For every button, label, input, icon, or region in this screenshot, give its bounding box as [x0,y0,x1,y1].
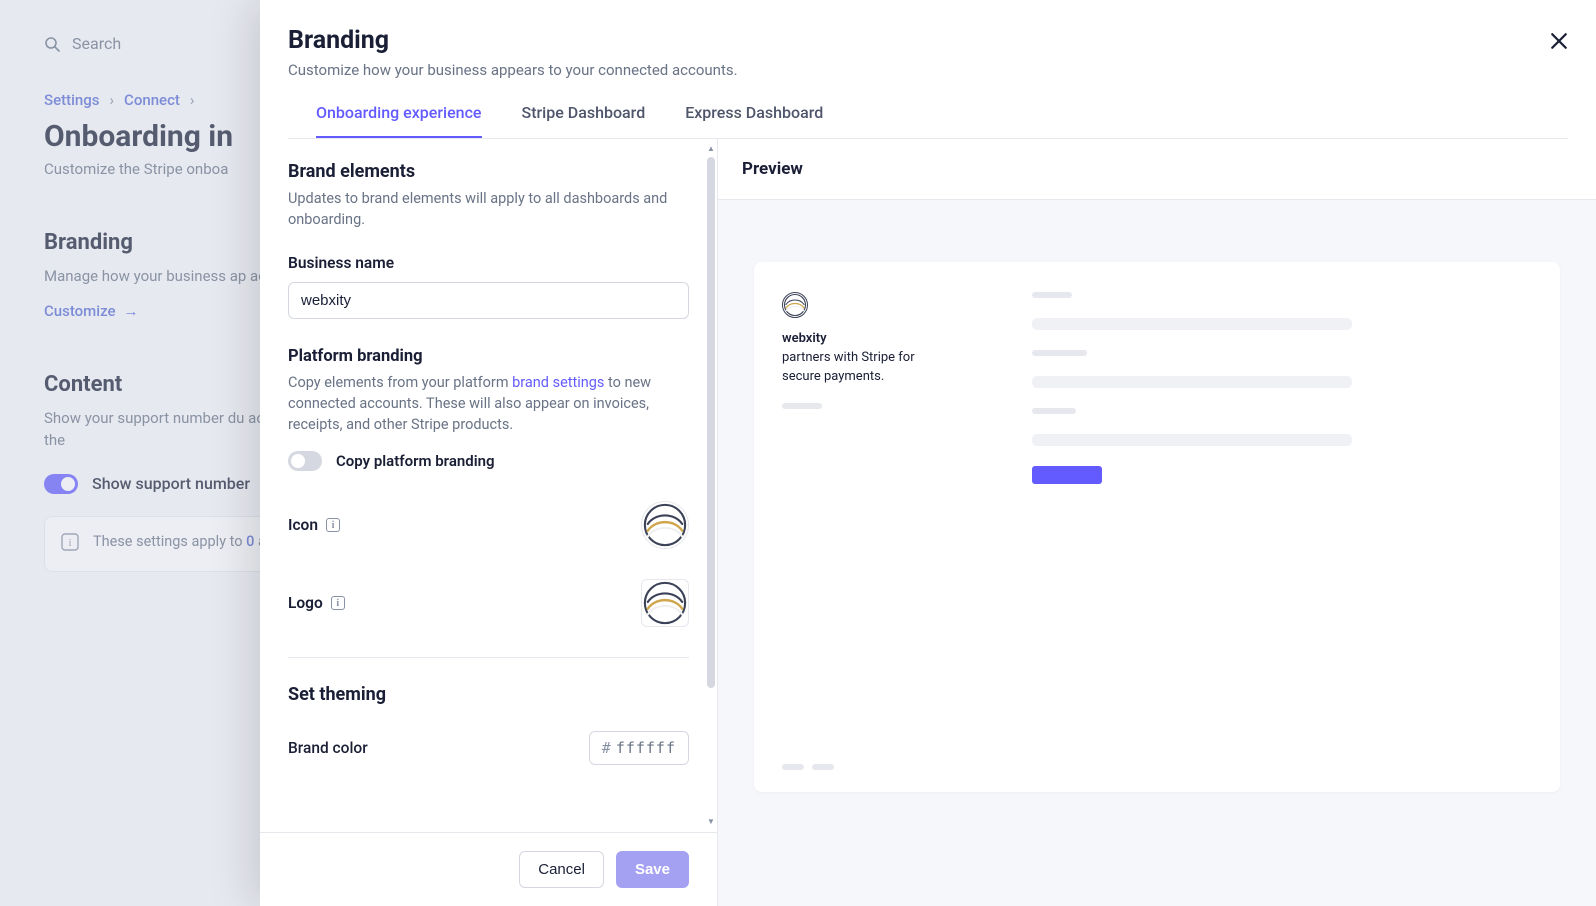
skeleton-button [1032,466,1102,484]
customize-link[interactable]: Customize → [44,302,139,320]
skeleton-footer-link [812,764,834,770]
brand-icon [783,293,807,317]
tab-onboarding-experience[interactable]: Onboarding experience [316,103,482,138]
search-icon [44,36,60,52]
tab-stripe-dashboard[interactable]: Stripe Dashboard [522,103,646,138]
skeleton-line [1032,292,1072,298]
close-icon [1550,32,1568,50]
scrollbar[interactable]: ▲ ▼ [705,145,717,826]
customize-link-label: Customize [44,302,116,320]
preview-title: Preview [718,139,1596,200]
skeleton-input [1032,376,1352,388]
form-scroll[interactable]: Brand elements Updates to brand elements… [260,139,717,832]
brand-color-input[interactable]: #ffffff [589,731,689,765]
scroll-up-icon[interactable]: ▲ [707,145,715,153]
support-toggle-label: Show support number [92,474,250,493]
branding-modal: Branding Customize how your business app… [260,0,1596,906]
scroll-down-icon[interactable]: ▼ [707,818,715,826]
brand-icon [642,502,688,548]
icon-upload[interactable] [641,501,689,549]
svg-text:i: i [68,537,71,549]
logo-upload[interactable] [641,579,689,627]
business-name-input[interactable] [288,282,689,319]
info-prefix: These settings apply to [93,533,246,550]
search-placeholder-text: Search [72,34,121,53]
brand-elements-title: Brand elements [288,161,689,182]
modal-title: Branding [288,26,1568,55]
preview-card: webxity partners with Stripe for secure … [754,262,1560,792]
preview-body: webxity partners with Stripe for secure … [718,200,1596,906]
preview-left-column: webxity partners with Stripe for secure … [782,292,942,762]
platform-branding-desc: Copy elements from your platform brand s… [288,372,689,435]
brand-color-label: Brand color [288,739,368,757]
form-scroll-container: Brand elements Updates to brand elements… [260,139,717,832]
info-icon[interactable]: i [331,596,345,610]
hash-prefix: # [602,739,612,757]
preview-business-name: webxity [782,330,942,349]
support-number-toggle[interactable] [44,474,78,494]
chevron-right-icon: › [190,91,195,109]
modal-header: Branding Customize how your business app… [260,0,1596,139]
platform-desc-pre: Copy elements from your platform [288,374,512,391]
brand-logo [642,580,688,626]
save-button[interactable]: Save [616,851,689,888]
preview-right-column [1032,292,1352,762]
skeleton-input [1032,318,1352,330]
section-divider [288,657,689,658]
copy-platform-branding-label: Copy platform branding [336,452,495,470]
tabs: Onboarding experience Stripe Dashboard E… [288,103,1568,139]
scrollbar-thumb[interactable] [707,157,715,688]
logo-label: Logo [288,594,323,612]
business-name-label: Business name [288,254,689,272]
breadcrumb-settings[interactable]: Settings [44,91,100,109]
cancel-button[interactable]: Cancel [519,851,604,888]
form-panel: Brand elements Updates to brand elements… [260,139,718,906]
skeleton-input [1032,434,1352,446]
brand-color-value: ffffff [616,739,676,757]
arrow-right-icon: → [124,302,139,320]
skeleton-line [1032,350,1087,356]
modal-footer: Cancel Save [260,832,717,906]
brand-elements-desc: Updates to brand elements will apply to … [288,188,689,230]
skeleton-line [1032,408,1076,414]
copy-platform-branding-toggle[interactable] [288,451,322,471]
modal-subtitle: Customize how your business appears to y… [288,61,1568,79]
close-button[interactable] [1550,32,1568,54]
preview-panel: Preview webxity partners with Stripe for… [718,139,1596,906]
skeleton-line [782,403,822,409]
preview-brand-icon [782,292,808,318]
modal-body: Brand elements Updates to brand elements… [260,139,1596,906]
skeleton-footer-link [782,764,804,770]
set-theming-title: Set theming [288,684,689,705]
platform-branding-title: Platform branding [288,347,689,366]
chevron-right-icon: › [110,91,115,109]
info-icon: i [61,533,79,555]
tab-express-dashboard[interactable]: Express Dashboard [685,103,823,138]
info-icon[interactable]: i [326,518,340,532]
icon-label: Icon [288,516,318,534]
breadcrumb-connect[interactable]: Connect [124,91,180,109]
preview-tagline: partners with Stripe for secure payments… [782,349,942,387]
brand-settings-link[interactable]: brand settings [512,374,604,391]
